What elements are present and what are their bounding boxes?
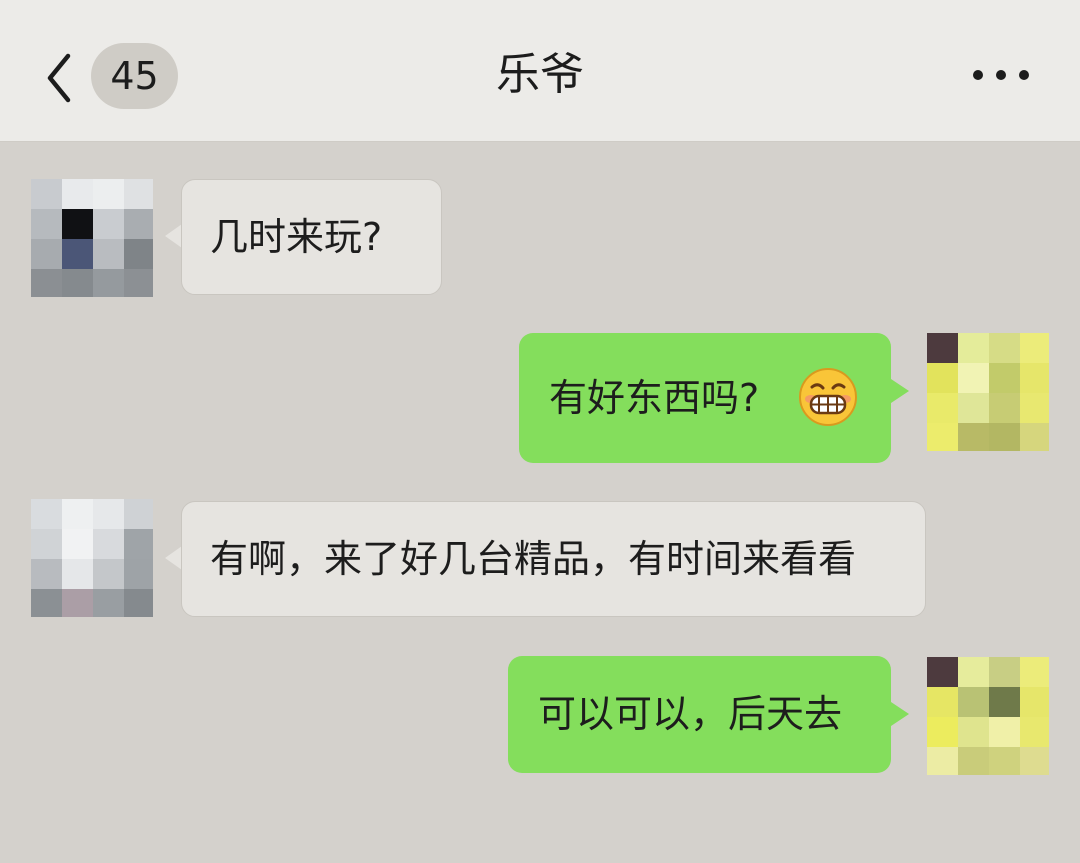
more-dots-icon	[973, 70, 1029, 80]
message-text: 有好东西吗?	[549, 376, 760, 420]
message-text: 几时来玩?	[210, 215, 383, 259]
contact-avatar[interactable]	[31, 179, 153, 297]
grinning-face-emoji-icon	[799, 368, 857, 426]
message-text: 可以可以，后天去	[538, 692, 843, 736]
self-avatar[interactable]	[927, 333, 1049, 451]
message-bubble-outgoing[interactable]: 可以可以，后天去	[508, 656, 891, 773]
message-bubble-incoming[interactable]: 有啊，来了好几台精品，有时间来看看	[181, 501, 926, 617]
bubble-tail	[165, 224, 182, 248]
self-avatar[interactable]	[927, 657, 1049, 775]
chevron-left-icon	[47, 53, 71, 103]
more-options-button[interactable]	[966, 60, 1036, 90]
bubble-tail	[165, 546, 182, 570]
contact-avatar[interactable]	[31, 499, 153, 617]
message-bubble-incoming[interactable]: 几时来玩?	[181, 179, 442, 295]
message-text: 有啊，来了好几台精品，有时间来看看	[210, 537, 857, 581]
bubble-tail	[891, 702, 909, 726]
chat-header: 45 乐爷	[0, 0, 1080, 142]
bubble-tail	[891, 379, 909, 403]
back-button[interactable]	[40, 48, 80, 108]
unread-count-badge[interactable]: 45	[91, 43, 178, 109]
chat-title: 乐爷	[496, 49, 584, 100]
